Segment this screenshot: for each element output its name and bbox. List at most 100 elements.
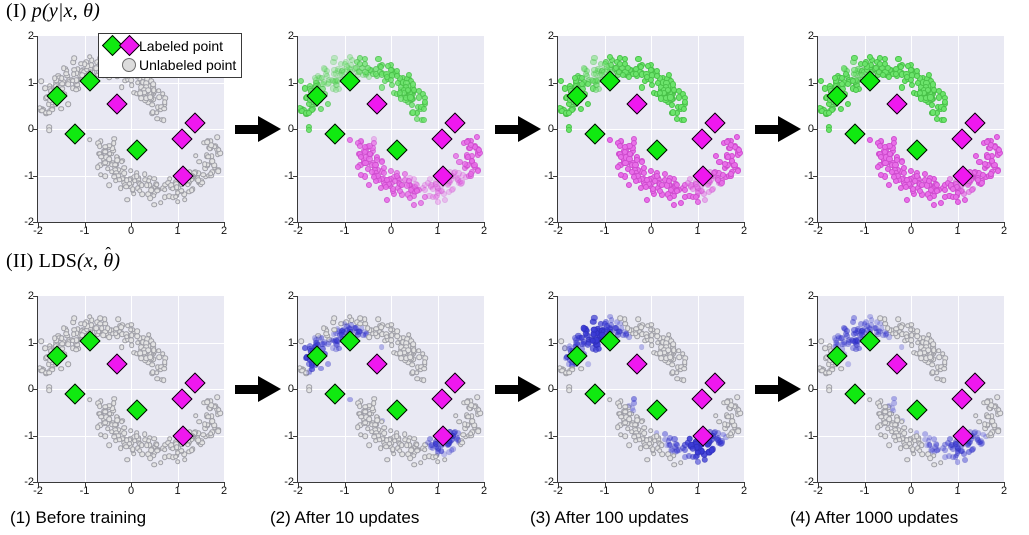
data-point [985, 413, 992, 420]
data-point [926, 331, 932, 338]
data-point [162, 194, 168, 200]
x-axis-tick [651, 482, 653, 487]
data-point [87, 53, 93, 60]
data-point [441, 196, 448, 203]
data-point [81, 61, 88, 67]
flow-arrow-icon [495, 376, 541, 402]
arrow-head [258, 376, 281, 402]
data-point [167, 176, 173, 182]
data-point [984, 399, 990, 406]
flow-arrow-icon [495, 116, 541, 142]
data-point [86, 396, 93, 403]
row-title-roman: (II) [6, 250, 39, 272]
data-point [147, 94, 154, 101]
data-point [677, 459, 684, 466]
data-point [840, 325, 847, 332]
data-point [383, 443, 389, 450]
data-point [69, 337, 76, 344]
y-axis-tick [553, 175, 558, 177]
x-axis-tick [224, 222, 226, 227]
data-point [147, 195, 153, 201]
x-axis-tick [911, 482, 913, 487]
data-point [358, 413, 364, 420]
data-point [930, 341, 936, 348]
y-axis-tick [813, 389, 818, 391]
data-point [626, 334, 633, 341]
data-point [154, 447, 160, 454]
data-point [914, 333, 920, 340]
legend-label-labeled: Labeled point [139, 37, 224, 54]
data-point [886, 182, 893, 189]
y-axis-tick [293, 175, 298, 177]
data-point [411, 347, 417, 354]
x-axis-tick [604, 222, 606, 227]
panel-row1-col3: 2 1 0 -1 -2 -2 -1 0 1 2 [528, 22, 754, 248]
data-point [734, 394, 740, 400]
legend-swatch-group [101, 34, 141, 57]
data-point [97, 431, 104, 438]
data-point [46, 109, 52, 116]
data-point [474, 394, 480, 400]
data-point [331, 315, 338, 321]
data-point [151, 347, 157, 354]
data-point [371, 433, 377, 440]
data-point [475, 406, 482, 413]
data-point [318, 105, 325, 112]
data-point [886, 442, 893, 448]
x-axis-tick [911, 222, 913, 227]
data-point [208, 430, 214, 437]
data-point [735, 406, 742, 413]
data-point [81, 321, 88, 327]
panel-caption: (3) After 100 updates [530, 508, 689, 527]
data-point [121, 430, 127, 436]
data-point [617, 320, 623, 327]
data-point [346, 396, 353, 403]
x-axis-tick [697, 222, 699, 227]
data-point [405, 437, 412, 444]
legend-diamond-magenta-icon [118, 34, 141, 57]
data-point [681, 365, 688, 372]
data-point [671, 201, 678, 208]
data-point [659, 442, 665, 448]
data-point [129, 186, 136, 192]
data-point [633, 326, 640, 332]
data-point [667, 455, 673, 461]
data-point [661, 431, 668, 438]
flow-arrow-icon [235, 376, 281, 402]
data-point [407, 195, 414, 202]
data-point [58, 105, 64, 112]
row-title-theta: θˆ [103, 245, 113, 273]
x-axis-tick [344, 482, 346, 487]
data-point [877, 320, 883, 327]
data-point [988, 430, 994, 437]
data-point [421, 105, 428, 112]
data-point [205, 153, 212, 160]
data-point [378, 344, 385, 351]
row-title-args-post: ) [93, 0, 101, 22]
data-point [673, 187, 681, 194]
data-point [886, 74, 893, 81]
data-point [606, 313, 613, 320]
data-point [414, 447, 420, 454]
data-point [409, 369, 416, 376]
data-point [356, 403, 363, 409]
data-point [735, 428, 741, 435]
data-point [87, 313, 93, 320]
data-point [585, 101, 592, 108]
data-point [626, 182, 633, 189]
data-point [98, 413, 104, 420]
data-point [931, 461, 938, 468]
data-point [102, 408, 108, 415]
data-point [735, 168, 742, 175]
data-point [453, 412, 459, 419]
data-point [411, 201, 418, 208]
data-point [638, 344, 645, 351]
data-point [157, 199, 164, 206]
data-point [904, 457, 910, 463]
data-point [845, 361, 852, 367]
data-point [606, 136, 613, 143]
data-point [306, 387, 312, 393]
data-point [961, 196, 968, 203]
data-point [381, 430, 387, 436]
data-point [654, 333, 660, 340]
